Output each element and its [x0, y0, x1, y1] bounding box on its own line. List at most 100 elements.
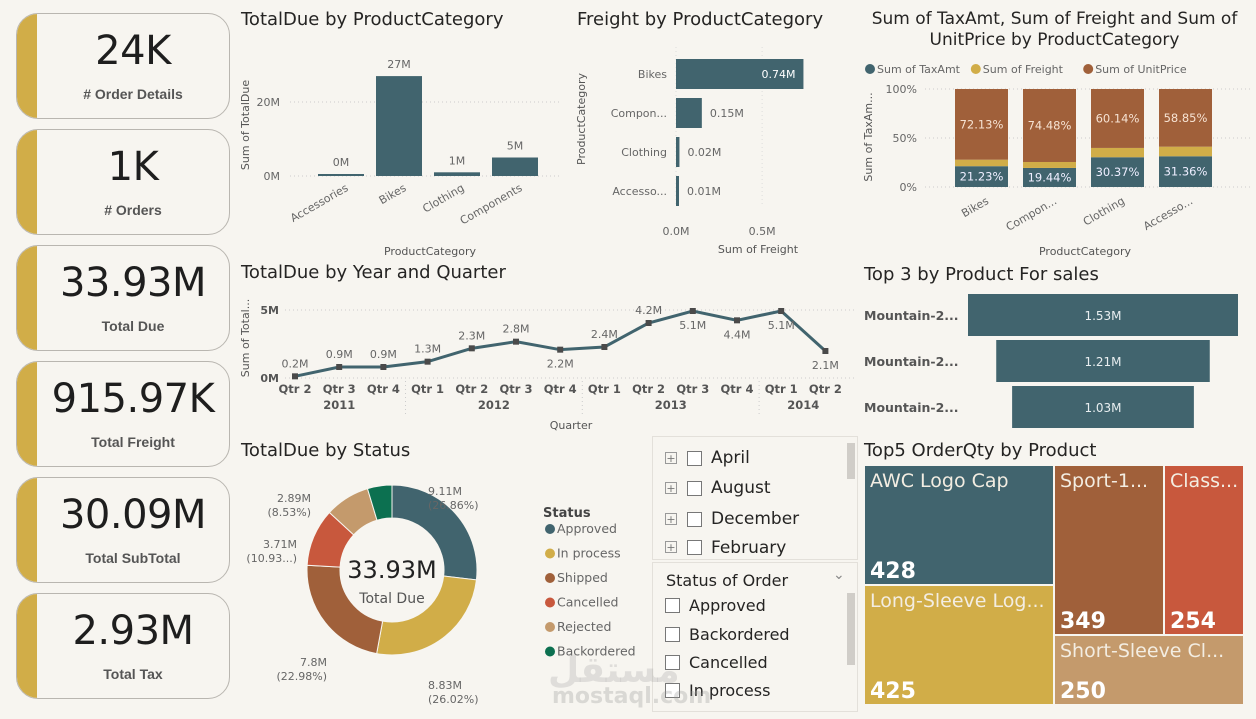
bar[interactable]	[318, 174, 364, 176]
bar[interactable]	[676, 176, 679, 206]
checkbox[interactable]	[687, 480, 702, 496]
checkbox[interactable]	[665, 597, 680, 613]
stacked-segment[interactable]	[1023, 161, 1076, 168]
month-slicer-item[interactable]: + April	[665, 446, 750, 470]
legend-marker[interactable]	[545, 622, 555, 632]
plus-box-icon[interactable]: +	[665, 513, 677, 525]
legend-marker[interactable]	[545, 597, 555, 608]
treemap-tile[interactable]: Class... 254	[1164, 465, 1244, 635]
data-point[interactable]	[336, 364, 343, 370]
bar[interactable]	[676, 137, 680, 167]
x-tick-label: Qtr 4	[367, 382, 400, 396]
y-axis-title: Sum of TotalDue	[239, 80, 252, 170]
stacked-segment[interactable]	[955, 159, 1008, 167]
status-slicer-item[interactable]: Cancelled	[665, 650, 768, 674]
data-point[interactable]	[822, 348, 829, 354]
month-slicer-item[interactable]: + August	[665, 476, 771, 500]
y-tick-label: 0%	[900, 181, 917, 194]
treemap-tile[interactable]: Short-Sleeve Cl... 250	[1054, 635, 1244, 705]
legend-marker[interactable]	[970, 64, 981, 74]
plus-box-icon[interactable]: +	[665, 541, 677, 553]
data-label: 19.44%	[1028, 170, 1072, 184]
checkbox[interactable]	[687, 511, 702, 527]
month-slicer-item[interactable]: + December	[665, 507, 799, 531]
kpi-card-total-subtotal[interactable]: 30.09M Total SubTotal	[16, 477, 230, 583]
status-label: Backordered	[689, 624, 790, 644]
stacked-segment[interactable]	[1159, 146, 1212, 157]
chart-totaldue-by-category[interactable]: 0M 20M 0M Accessories 27M Bikes 1M Clothing 5M Co…	[235, 35, 565, 260]
chart-stacked-pct[interactable]: Sum of TaxAmt Sum of Freight Sum of UnitPr…	[855, 55, 1255, 260]
data-point[interactable]	[557, 346, 564, 353]
kpi-card-total-tax[interactable]: 2.93M Total Tax	[16, 593, 230, 699]
treemap-tile[interactable]: Long-Sleeve Log... 425	[864, 585, 1054, 705]
data-point[interactable]	[292, 373, 298, 380]
plus-box-icon[interactable]: +	[665, 482, 677, 494]
kpi-card-order-details[interactable]: 24K # Order Details	[16, 13, 230, 119]
checkbox[interactable]	[665, 626, 680, 642]
data-label: 5.1M	[679, 319, 706, 332]
treemap-tile-label: Short-Sleeve Cl...	[1060, 640, 1225, 662]
y-tick-label: Bikes	[638, 68, 667, 81]
data-label: 0.9M	[326, 348, 353, 361]
chevron-down-icon[interactable]: ⌄	[833, 567, 845, 583]
data-label: 0.01M	[687, 185, 721, 198]
treemap-tile-label: Class...	[1170, 470, 1239, 492]
bar[interactable]	[492, 157, 538, 177]
data-label: 30.37%	[1096, 165, 1140, 179]
legend-marker[interactable]	[545, 524, 555, 534]
data-label: 74.48%	[1028, 118, 1072, 132]
treemap-top5-orderqty[interactable]: AWC Logo Cap 428 Long-Sleeve Log... 425 Spor…	[864, 465, 1244, 705]
kpi-card-total-due[interactable]: 33.93M Total Due	[16, 245, 230, 351]
data-point[interactable]	[601, 344, 608, 350]
kpi-accent-bar	[17, 14, 37, 118]
y-tick-label: Accesso...	[612, 185, 667, 198]
kpi-value: 2.93M	[72, 608, 194, 654]
status-slicer-item[interactable]: Approved	[665, 593, 766, 617]
status-label: Cancelled	[689, 652, 768, 672]
data-point[interactable]	[424, 358, 431, 365]
kpi-value: 915.97K	[51, 376, 215, 422]
chart-totaldue-by-quarter[interactable]: 0M 5M 0.2M Qtr 2 0.9M Qtr 3 0.9M Qtr 4 1.3M Qtr 1…	[235, 288, 855, 435]
legend-title: Status	[543, 506, 591, 521]
checkbox[interactable]	[687, 540, 702, 555]
legend-marker[interactable]	[545, 548, 555, 559]
month-slicer[interactable]: + April + August + December + February	[652, 436, 858, 560]
x-tick-label: Clothing	[1081, 194, 1127, 228]
legend-marker[interactable]	[1083, 64, 1094, 74]
data-point[interactable]	[689, 308, 696, 314]
scrollbar[interactable]	[847, 593, 855, 665]
status-slicer-item[interactable]: Backordered	[665, 622, 790, 646]
bar[interactable]	[434, 172, 480, 176]
chart-freight-by-category[interactable]: 0.0M 0.5M Bikes 0.74M Compon... 0.15M Clothing…	[565, 35, 855, 260]
data-point[interactable]	[778, 308, 785, 314]
stacked-segment[interactable]	[1091, 147, 1144, 158]
x-tick-label: Qtr 1	[765, 382, 798, 396]
treemap-tile[interactable]: AWC Logo Cap 428	[864, 465, 1054, 585]
data-point[interactable]	[513, 338, 519, 345]
scrollbar[interactable]	[847, 443, 855, 479]
data-label-pct: (8.53%)	[267, 506, 311, 519]
y-tick-label: 0M	[260, 372, 279, 385]
month-label: December	[711, 509, 800, 529]
treemap-tile[interactable]: Sport-1... 349	[1054, 465, 1164, 635]
month-slicer-item[interactable]: + February	[665, 537, 786, 557]
data-point[interactable]	[468, 345, 475, 352]
chart-title-totaldue-by-category: TotalDue by ProductCategory	[241, 9, 504, 30]
data-point[interactable]	[380, 364, 387, 370]
bar[interactable]	[676, 98, 702, 128]
treemap-tile-value: 428	[870, 559, 916, 584]
chart-top3-products[interactable]: 1.53M Mountain-2... 1.21M Mountain-2... 1.03…	[855, 290, 1255, 435]
legend-marker[interactable]	[865, 64, 875, 74]
data-point[interactable]	[645, 320, 652, 326]
donut-slice[interactable]	[376, 575, 477, 656]
treemap-tile-label: Long-Sleeve Log...	[870, 590, 1045, 612]
kpi-card-total-freight[interactable]: 915.97K Total Freight	[16, 361, 230, 467]
data-point[interactable]	[734, 317, 740, 324]
checkbox[interactable]	[687, 450, 702, 466]
y-tick-label: Clothing	[621, 146, 667, 159]
x-tick-label: Qtr 2	[279, 382, 312, 396]
kpi-card-orders[interactable]: 1K # Orders	[16, 129, 230, 235]
bar[interactable]	[376, 76, 422, 176]
plus-box-icon[interactable]: +	[665, 452, 677, 464]
legend-marker[interactable]	[545, 573, 555, 583]
